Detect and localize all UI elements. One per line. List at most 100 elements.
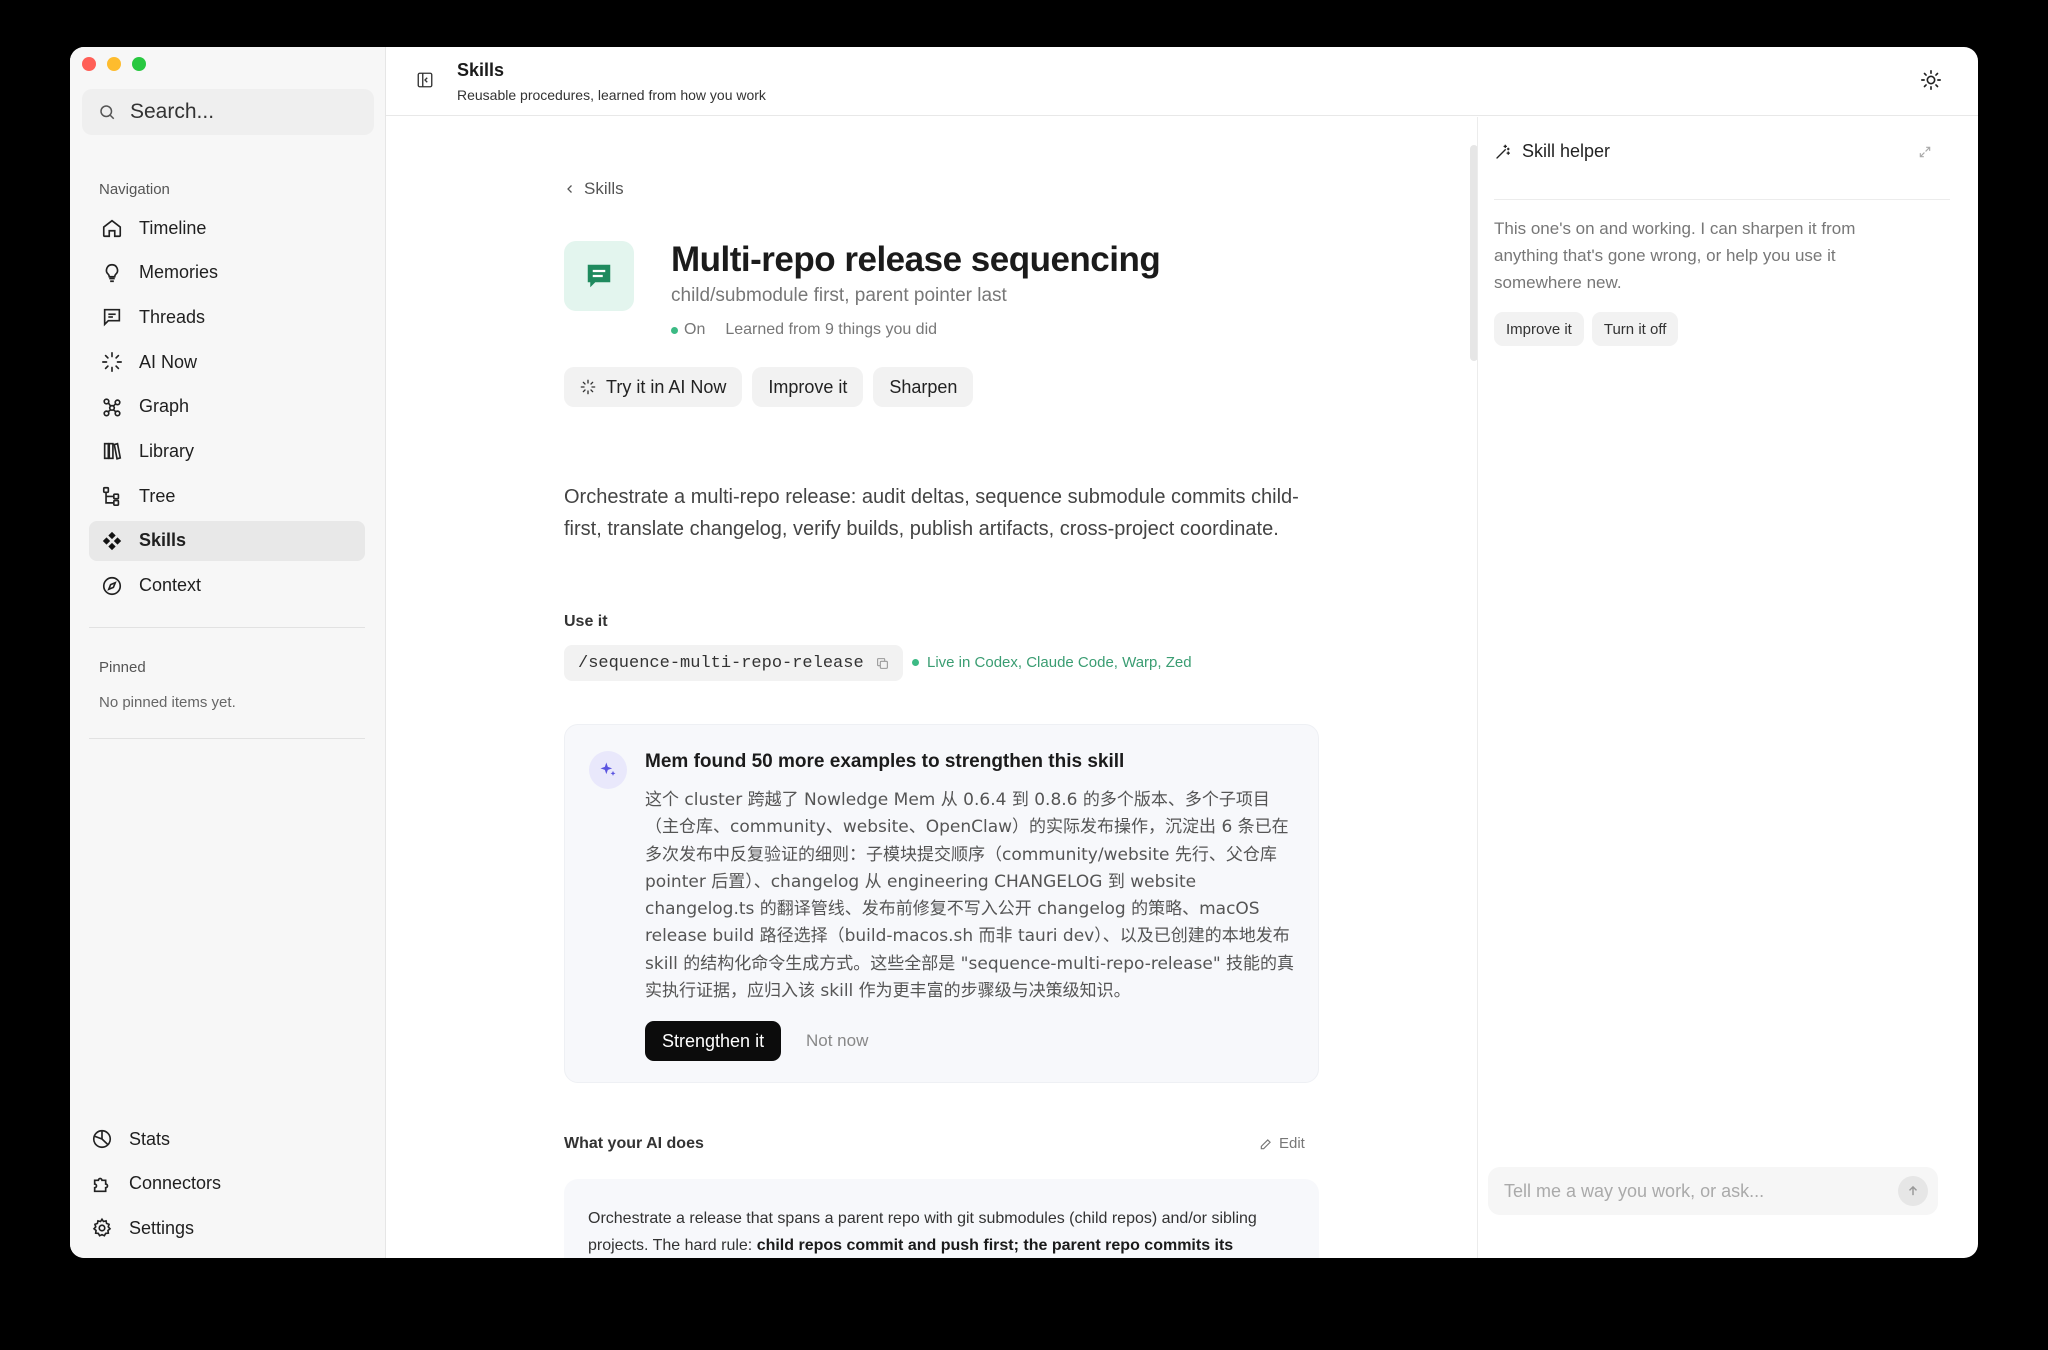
sidebar-item-label: Tree (139, 485, 176, 506)
theme-toggle-sun-icon[interactable] (1920, 69, 1942, 91)
sidebar-item-memories[interactable]: Memories (89, 253, 365, 293)
minimize-window-button[interactable] (107, 57, 121, 71)
page-subtitle: Reusable procedures, learned from how yo… (457, 87, 766, 103)
helper-message: This one's on and working. I can sharpen… (1494, 219, 1856, 292)
graph-icon (103, 398, 121, 417)
input-placeholder: Tell me a way you work, or ask... (1504, 1180, 1765, 1201)
sparkle-icon (589, 751, 627, 789)
skill-instructions: Orchestrate a release that spans a paren… (564, 1179, 1319, 1258)
strengthen-suggestion-card: Mem found 50 more examples to strengthen… (564, 724, 1319, 1083)
suggestion-title: Mem found 50 more examples to strengthen… (645, 751, 1125, 772)
arrow-up-icon (1908, 1185, 1918, 1196)
sidebar-item-label: Memories (139, 262, 219, 283)
top-header: Skills Reusable procedures, learned from… (386, 47, 1978, 116)
live-status: Live in Codex, Claude Code, Warp, Zed (912, 654, 1192, 671)
suggestion-body: 这个 cluster 跨越了 Nowledge Mem 从 0.6.4 到 0.… (645, 790, 1295, 1002)
try-in-ai-now-button[interactable]: Try it in AI Now (564, 367, 743, 407)
skill-subtitle: child/submodule first, parent pointer la… (671, 285, 1007, 306)
skill-title: Multi-repo release sequencing (671, 240, 1161, 279)
not-now-button[interactable]: Not now (806, 1031, 868, 1051)
chat-icon (103, 309, 121, 327)
message-square-icon (587, 264, 611, 288)
live-text: Live in Codex, Claude Code, Warp, Zed (927, 654, 1192, 671)
pinned-empty-text: No pinned items yet. (99, 694, 236, 711)
sidebar-item-library[interactable]: Library (89, 431, 365, 471)
use-it-label: Use it (564, 613, 608, 630)
sidebar-item-graph[interactable]: Graph (89, 387, 365, 427)
improve-it-button[interactable]: Improve it (752, 367, 864, 407)
sidebar-item-label: Threads (139, 306, 206, 327)
button-label: Improve it (768, 376, 848, 397)
app-window: Search... Navigation Timeline Memories T… (70, 47, 1978, 1258)
skills-icon (102, 531, 122, 550)
expand-icon[interactable] (1918, 145, 1932, 159)
what-your-ai-does-heading: What your AI does (564, 1135, 704, 1152)
sidebar-item-connectors[interactable]: Connectors (89, 1164, 365, 1204)
search-placeholder: Search... (130, 100, 215, 123)
turn-it-off-button[interactable]: Turn it off (1591, 312, 1679, 346)
sidebar-item-threads[interactable]: Threads (89, 297, 365, 337)
wand-icon (1496, 144, 1511, 159)
button-label: Try it in AI Now (606, 376, 727, 397)
sidebar-item-label: Settings (129, 1217, 195, 1238)
learned-text: Learned from 9 things you did (725, 321, 938, 338)
helper-improve-button[interactable]: Improve it (1494, 312, 1584, 346)
pie-icon (92, 1129, 112, 1149)
page-title: Skills (457, 60, 505, 80)
helper-header: Skill helper (1494, 141, 1610, 162)
sidebar-item-ai-now[interactable]: AI Now (89, 342, 365, 382)
skill-command[interactable]: /sequence-multi-repo-release (564, 645, 903, 681)
books-icon (103, 443, 122, 461)
main-area: Skills Reusable procedures, learned from… (386, 47, 1978, 1258)
send-button[interactable] (1898, 1176, 1928, 1206)
sidebar-item-settings[interactable]: Settings (89, 1208, 365, 1248)
search-input[interactable]: Search... (82, 89, 374, 135)
scrollbar[interactable] (1470, 145, 1477, 361)
sharpen-button[interactable]: Sharpen (873, 367, 974, 407)
sidebar-item-label: Library (139, 440, 195, 461)
breadcrumb[interactable]: Skills (564, 179, 624, 199)
sidebar-item-skills[interactable]: Skills (89, 520, 365, 561)
nav-caption: Navigation (99, 181, 170, 198)
edit-button[interactable]: Edit (1259, 1135, 1305, 1152)
window-controls (82, 57, 146, 71)
sidebar-item-label: Timeline (139, 217, 207, 238)
sidebar-item-label: Skills (139, 530, 187, 551)
chevron-left-icon (567, 185, 572, 193)
divider (89, 627, 365, 628)
pinned-caption: Pinned (99, 659, 146, 676)
divider (89, 738, 365, 739)
compass-icon (102, 576, 122, 595)
strengthen-it-button[interactable]: Strengthen it (645, 1021, 782, 1061)
puzzle-icon (93, 1177, 109, 1192)
sidebar-item-label: Stats (129, 1128, 171, 1149)
gear-icon (92, 1218, 112, 1238)
status-dot (671, 326, 678, 334)
divider (1494, 199, 1950, 200)
sidebar-item-tree[interactable]: Tree (89, 476, 365, 516)
command-text: /sequence-multi-repo-release (578, 653, 864, 673)
skill-description: Orchestrate a multi-repo release: audit … (564, 486, 1299, 540)
copy-icon[interactable] (876, 657, 889, 670)
sidebar-item-label: Connectors (129, 1173, 222, 1194)
helper-title: Skill helper (1522, 141, 1611, 161)
live-dot (912, 659, 919, 666)
pencil-icon (1260, 1138, 1271, 1149)
tree-icon (102, 487, 120, 507)
skill-icon (564, 241, 634, 311)
sidebar-item-label: AI Now (139, 351, 198, 372)
status-label: On (684, 321, 706, 338)
close-window-button[interactable] (82, 57, 96, 71)
sidebar-toggle-icon[interactable] (416, 71, 434, 89)
home-icon (102, 219, 122, 238)
zoom-window-button[interactable] (132, 57, 146, 71)
sparkle-loader-icon (102, 352, 122, 373)
sidebar-item-context[interactable]: Context (89, 566, 365, 606)
search-icon (100, 105, 115, 120)
sidebar-item-label: Context (139, 575, 202, 595)
sidebar-bottom-nav: Stats Connectors Settings (89, 1119, 365, 1253)
skill-helper-panel: Skill helper This one's on and working. … (1477, 117, 1978, 1258)
sidebar-item-stats[interactable]: Stats (89, 1119, 365, 1159)
helper-chat-input[interactable]: Tell me a way you work, or ask... (1488, 1167, 1938, 1215)
sidebar-item-timeline[interactable]: Timeline (89, 208, 365, 248)
